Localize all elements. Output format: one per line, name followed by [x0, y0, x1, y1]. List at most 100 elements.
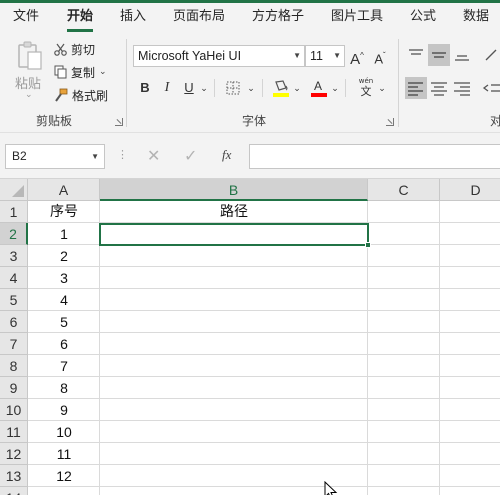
- name-box[interactable]: B2 ▼: [5, 144, 105, 169]
- font-launcher-icon[interactable]: [386, 118, 394, 126]
- cancel-icon[interactable]: ✕: [147, 146, 160, 165]
- copy-label: 复制: [71, 65, 96, 80]
- clipboard-group-label: 剪贴板: [36, 114, 73, 128]
- tab-insert[interactable]: 插入: [120, 3, 146, 33]
- cell-a6[interactable]: 5: [28, 311, 100, 333]
- row-header-7[interactable]: 7: [0, 333, 28, 355]
- align-center-icon[interactable]: [428, 77, 450, 99]
- cell-a1[interactable]: 序号: [28, 201, 100, 223]
- ribbon-separator: [262, 79, 263, 97]
- formula-bar-grip-icon[interactable]: ⋮: [117, 148, 128, 161]
- tab-data[interactable]: 数据: [463, 3, 489, 33]
- enter-icon[interactable]: ✓: [184, 146, 197, 165]
- cut-label: 剪切: [71, 42, 96, 57]
- cell-a4[interactable]: 3: [28, 267, 100, 289]
- cell-a13[interactable]: 12: [28, 465, 100, 487]
- fill-color-dropdown-icon[interactable]: ⌄: [292, 77, 302, 99]
- cell-a9[interactable]: 8: [28, 377, 100, 399]
- tab-picture-tools[interactable]: 图片工具: [331, 3, 383, 33]
- row-header-6[interactable]: 6: [0, 311, 28, 333]
- copy-button[interactable]: 复制 ⌄: [54, 62, 107, 82]
- border-dropdown-icon[interactable]: ⌄: [246, 77, 256, 99]
- row-header-14[interactable]: 14: [0, 487, 28, 495]
- formula-input[interactable]: [249, 144, 500, 169]
- format-painter-icon: [55, 88, 68, 102]
- cell-a11[interactable]: 10: [28, 421, 100, 443]
- column-header-c[interactable]: C: [368, 179, 440, 201]
- underline-button[interactable]: U: [181, 77, 197, 99]
- worksheet-grid: A B C D 12345678910111213141234567891011…: [0, 178, 500, 495]
- italic-button[interactable]: I: [159, 77, 175, 99]
- format-painter-button[interactable]: 格式刷: [54, 85, 108, 105]
- row-header-3[interactable]: 3: [0, 245, 28, 267]
- row-header-9[interactable]: 9: [0, 377, 28, 399]
- cell-a12[interactable]: 11: [28, 443, 100, 465]
- border-icon[interactable]: [226, 81, 240, 95]
- row-header-4[interactable]: 4: [0, 267, 28, 289]
- font-color-dropdown-icon[interactable]: ⌄: [330, 77, 340, 99]
- ribbon-tabs: 文件 开始 插入 页面布局 方方格子 图片工具 公式 数据: [0, 3, 500, 33]
- phonetic-guide-button[interactable]: wén 文: [355, 77, 377, 98]
- align-right-icon[interactable]: [451, 77, 473, 99]
- ribbon-separator: [398, 39, 399, 127]
- chevron-down-icon: ▼: [91, 152, 99, 161]
- cell-a5[interactable]: 4: [28, 289, 100, 311]
- cell-a7[interactable]: 6: [28, 333, 100, 355]
- row-header-11[interactable]: 11: [0, 421, 28, 443]
- decrease-indent-icon[interactable]: [482, 77, 500, 99]
- tab-active-indicator: [67, 29, 94, 32]
- bold-button[interactable]: B: [137, 77, 153, 99]
- row-header-2[interactable]: 2: [0, 223, 28, 245]
- row-header-10[interactable]: 10: [0, 399, 28, 421]
- row-header-1[interactable]: 1: [0, 201, 28, 223]
- scissors-icon: [54, 43, 67, 56]
- ribbon-separator: [345, 79, 346, 97]
- tab-fangfang-gezi[interactable]: 方方格子: [252, 3, 304, 33]
- cell-a10[interactable]: 9: [28, 399, 100, 421]
- increase-font-size-icon[interactable]: A^: [348, 45, 366, 68]
- font-size-select[interactable]: 11 ▼: [305, 45, 345, 67]
- row-header-13[interactable]: 13: [0, 465, 28, 487]
- column-header-a[interactable]: A: [28, 179, 100, 201]
- row-header-8[interactable]: 8: [0, 355, 28, 377]
- font-group-label: 字体: [242, 114, 267, 128]
- font-size-value: 11: [310, 49, 323, 63]
- orientation-icon[interactable]: [482, 44, 500, 66]
- decrease-font-size-icon[interactable]: Aˇ: [371, 45, 389, 67]
- cell-a8[interactable]: 7: [28, 355, 100, 377]
- tab-home[interactable]: 开始: [67, 3, 94, 33]
- row-header-5[interactable]: 5: [0, 289, 28, 311]
- ribbon-home: 粘贴 ⌄ 剪切 复制 ⌄ 格式刷 剪贴板 Microsoft YaHei UI …: [0, 33, 500, 132]
- tab-file[interactable]: 文件: [13, 3, 39, 33]
- name-box-value: B2: [12, 149, 27, 163]
- row-header-12[interactable]: 12: [0, 443, 28, 465]
- cell-b1[interactable]: 路径: [100, 201, 368, 223]
- column-header-d[interactable]: D: [440, 179, 500, 201]
- tab-formulas[interactable]: 公式: [410, 3, 436, 33]
- ribbon-separator: [126, 39, 127, 127]
- cut-button[interactable]: 剪切: [54, 39, 95, 59]
- phonetic-dropdown-icon[interactable]: ⌄: [377, 77, 387, 99]
- formula-bar: B2 ▼ ⋮ ✕ ✓ fx: [0, 132, 500, 178]
- align-top-icon[interactable]: [405, 44, 427, 66]
- column-header-b[interactable]: B: [100, 179, 368, 201]
- font-color-icon[interactable]: A: [310, 78, 328, 98]
- insert-function-icon[interactable]: fx: [222, 147, 231, 163]
- select-all-corner[interactable]: [0, 179, 28, 201]
- font-name-select[interactable]: Microsoft YaHei UI ▼: [133, 45, 305, 67]
- underline-dropdown-icon[interactable]: ⌄: [199, 77, 209, 99]
- tab-home-label: 开始: [67, 9, 94, 24]
- align-middle-icon[interactable]: [428, 44, 450, 66]
- fill-handle[interactable]: [365, 242, 371, 248]
- align-left-icon[interactable]: [405, 77, 427, 99]
- active-cell-selection[interactable]: [99, 223, 371, 248]
- chevron-down-icon: ▼: [333, 51, 341, 60]
- tab-page-layout[interactable]: 页面布局: [173, 3, 225, 33]
- mouse-pointer-icon: [324, 481, 338, 495]
- align-bottom-icon[interactable]: [451, 44, 473, 66]
- phonetic-pinyin-label: wén: [358, 77, 374, 85]
- fill-color-icon[interactable]: [272, 78, 290, 98]
- cell-a3[interactable]: 2: [28, 245, 100, 267]
- cell-a2[interactable]: 1: [28, 223, 100, 245]
- clipboard-launcher-icon[interactable]: [115, 118, 123, 126]
